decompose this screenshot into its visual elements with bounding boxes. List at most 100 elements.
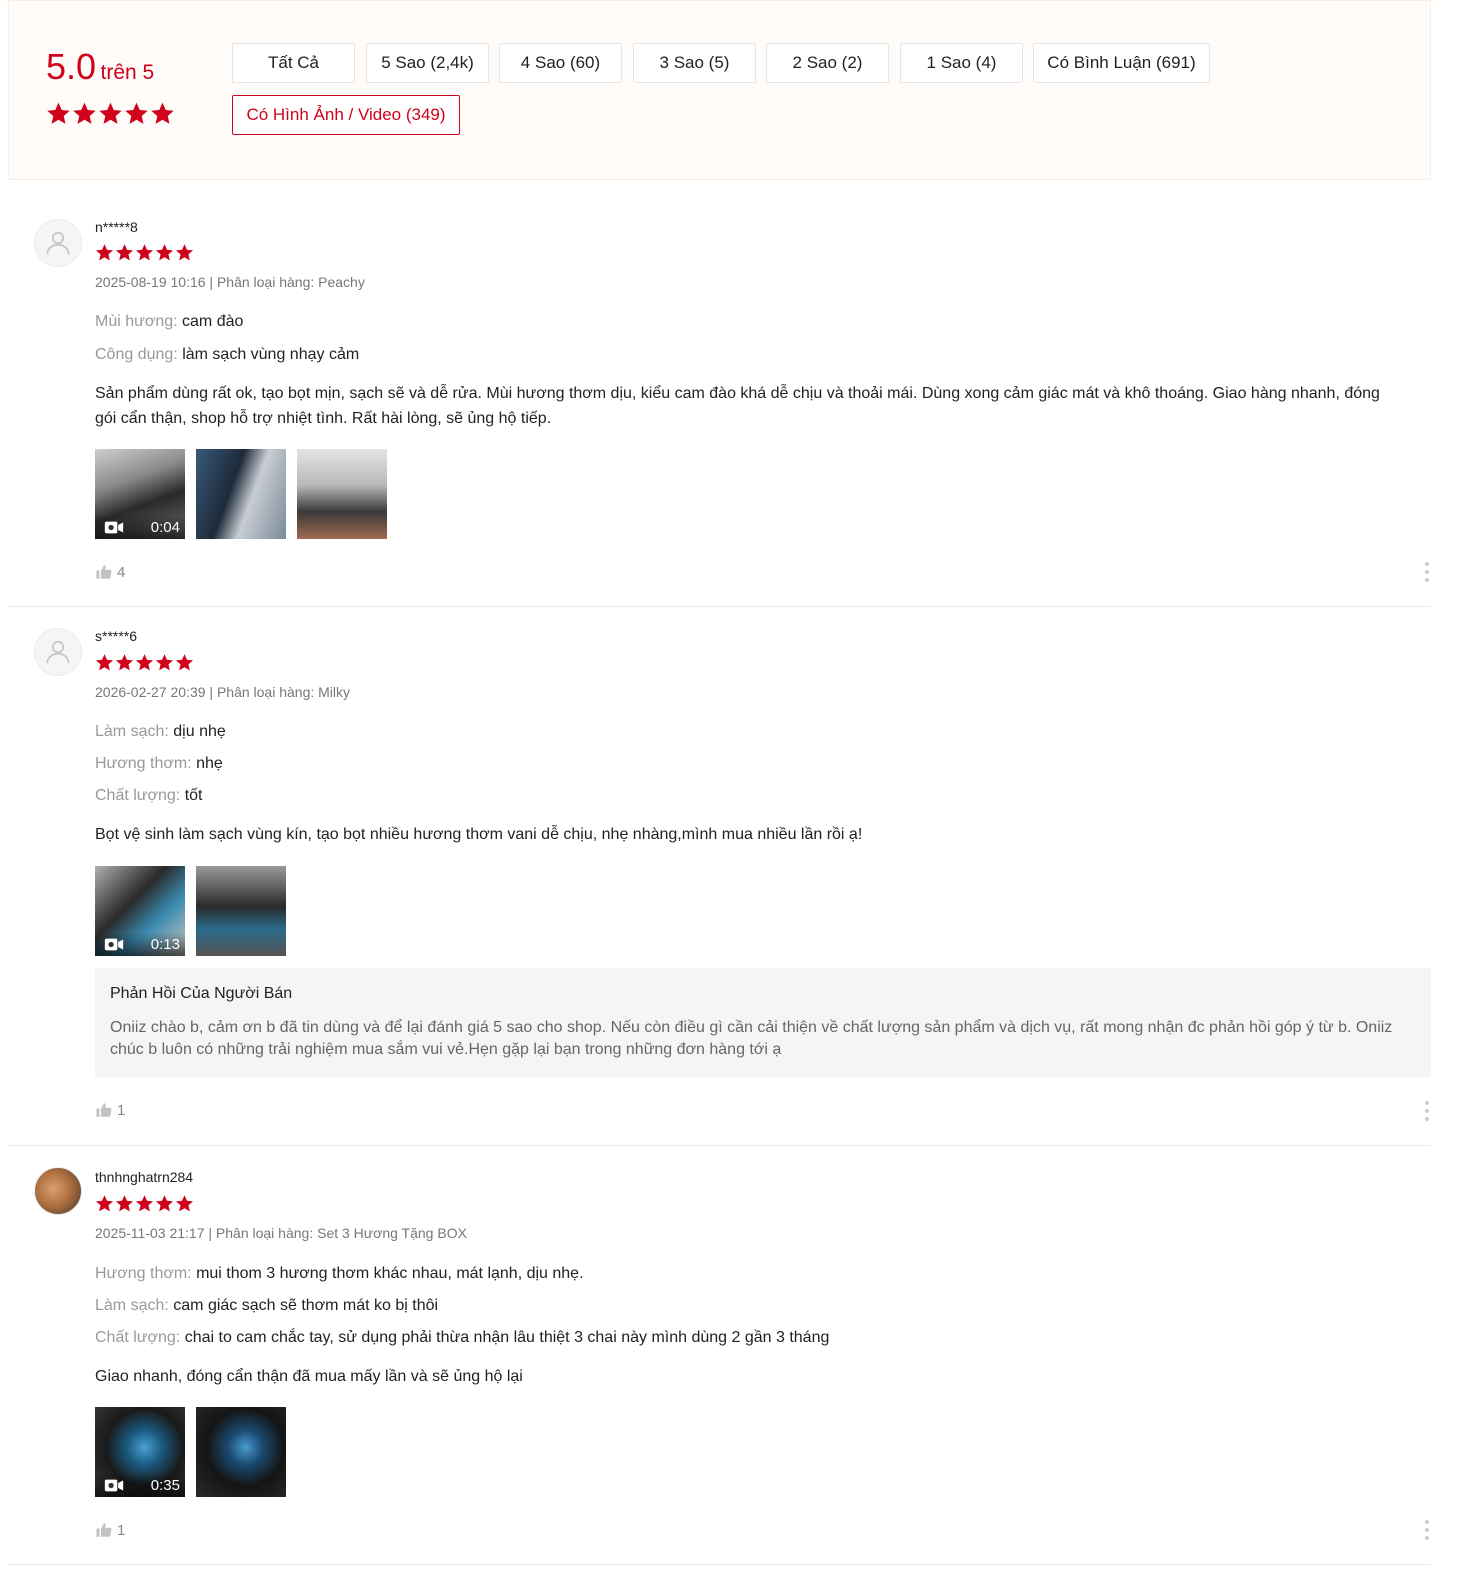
video-camera-icon	[104, 520, 124, 535]
filter-with-media[interactable]: Có Hình Ảnh / Video (349)	[232, 95, 460, 135]
like-count: 1	[117, 1101, 126, 1119]
review-stars	[95, 243, 194, 262]
filter-4-star[interactable]: 4 Sao (60)	[499, 43, 622, 83]
reviewer-name[interactable]: n*****8	[95, 219, 138, 235]
attribute-key: Hương thơm:	[95, 1265, 192, 1282]
filter-5-star[interactable]: 5 Sao (2,4k)	[366, 43, 489, 83]
like-button[interactable]: 4	[95, 563, 125, 581]
video-overlay: 0:13	[95, 932, 185, 956]
video-overlay: 0:35	[95, 1473, 185, 1497]
more-options-button[interactable]	[1422, 562, 1432, 582]
review-divider	[8, 1564, 1431, 1565]
star-icon	[150, 101, 175, 126]
star-icon	[175, 1194, 194, 1213]
attribute-value: nhẹ	[196, 755, 223, 772]
star-icon	[115, 1194, 134, 1213]
attribute-key: Làm sạch:	[95, 1297, 169, 1314]
reviewer-name[interactable]: thnhnghatrn284	[95, 1169, 193, 1185]
review-stars	[95, 1194, 194, 1213]
video-camera-icon	[104, 937, 124, 952]
user-icon	[43, 228, 73, 258]
review-image-thumbnail[interactable]	[196, 866, 286, 956]
like-button[interactable]: 1	[95, 1101, 125, 1119]
review-body: Giao nhanh, đóng cẩn thận đã mua mấy lần…	[95, 1368, 523, 1385]
review-stars	[95, 653, 194, 672]
filter-1-star[interactable]: 1 Sao (4)	[900, 43, 1023, 83]
video-duration: 0:35	[150, 1476, 180, 1494]
review-attribute: Làm sạch: dịu nhẹ	[95, 723, 226, 741]
review-attribute: Hương thơm: nhẹ	[95, 755, 223, 773]
attribute-key: Hương thơm:	[95, 755, 192, 772]
video-camera-icon	[104, 1478, 124, 1493]
attribute-key: Mùi hương:	[95, 313, 178, 330]
like-button[interactable]: 1	[95, 1521, 125, 1539]
filter-2-star[interactable]: 2 Sao (2)	[766, 43, 889, 83]
review-attribute: Chất lượng: tốt	[95, 787, 203, 805]
review-image-thumbnail[interactable]	[196, 449, 286, 539]
star-icon	[95, 653, 114, 672]
avatar[interactable]	[34, 1167, 82, 1215]
star-icon	[95, 243, 114, 262]
attribute-key: Công dụng:	[95, 346, 178, 363]
filter-all[interactable]: Tất Cả	[232, 43, 355, 83]
thumbs-up-icon	[95, 563, 113, 581]
review-meta: 2025-11-03 21:17 | Phân loại hàng: Set 3…	[95, 1225, 467, 1241]
star-icon	[46, 101, 71, 126]
attribute-value: làm sạch vùng nhạy cảm	[182, 346, 360, 363]
review-attribute: Hương thơm: mui thom 3 hương thơm khác n…	[95, 1265, 584, 1283]
review-image-thumbnail[interactable]	[196, 1407, 286, 1497]
review-video-thumbnail[interactable]: 0:04	[95, 449, 185, 539]
overall-score: 5.0 trên 5	[46, 46, 154, 88]
star-icon	[155, 1194, 174, 1213]
review-image-thumbnail[interactable]	[297, 449, 387, 539]
like-count: 4	[117, 563, 126, 581]
attribute-key: Chất lượng:	[95, 787, 181, 804]
seller-reply: Phản Hồi Của Người Bán Oniiz chào b, cảm…	[95, 968, 1431, 1077]
attribute-value: tốt	[184, 787, 203, 804]
video-duration: 0:13	[150, 935, 180, 953]
attribute-key: Làm sạch:	[95, 723, 169, 740]
attribute-value: cam giác sạch sẽ thơm mát ko bị thôi	[173, 1297, 439, 1314]
review-attribute: Chất lượng: chai to cam chắc tay, sử dụn…	[95, 1329, 829, 1347]
star-icon	[135, 653, 154, 672]
star-icon	[72, 101, 97, 126]
score-value: 5.0	[46, 46, 97, 87]
like-count: 1	[117, 1521, 126, 1539]
review-attribute: Công dụng: làm sạch vùng nhạy cảm	[95, 346, 359, 364]
review-meta: 2025-08-19 10:16 | Phân loại hàng: Peach…	[95, 274, 365, 290]
rating-summary	[8, 0, 1431, 180]
review-video-thumbnail[interactable]: 0:35	[95, 1407, 185, 1497]
attribute-value: chai to cam chắc tay, sử dụng phải thừa …	[184, 1329, 830, 1346]
filter-3-star[interactable]: 3 Sao (5)	[633, 43, 756, 83]
overall-stars	[46, 101, 175, 126]
review-attribute: Làm sạch: cam giác sạch sẽ thơm mát ko b…	[95, 1297, 438, 1315]
attribute-value: mui thom 3 hương thơm khác nhau, mát lạn…	[196, 1265, 584, 1282]
attribute-key: Chất lượng:	[95, 1329, 181, 1346]
review-divider	[8, 606, 1431, 607]
more-options-button[interactable]	[1422, 1520, 1432, 1540]
reviewer-name[interactable]: s*****6	[95, 628, 137, 644]
more-options-button[interactable]	[1422, 1101, 1432, 1121]
avatar[interactable]	[34, 219, 82, 267]
attribute-value: cam đào	[182, 313, 244, 330]
video-duration: 0:04	[150, 518, 180, 536]
star-icon	[98, 101, 123, 126]
user-icon	[43, 637, 73, 667]
star-icon	[175, 243, 194, 262]
seller-reply-text: Oniiz chào b, cảm ơn b đã tin dùng và để…	[110, 1019, 1393, 1058]
star-icon	[95, 1194, 114, 1213]
review-body: Bọt vệ sinh làm sạch vùng kín, tạo bọt n…	[95, 826, 863, 843]
review-body: Sản phẩm dùng rất ok, tạo bọt mịn, sạch …	[95, 385, 1380, 427]
thumbs-up-icon	[95, 1101, 113, 1119]
review-divider	[8, 1145, 1431, 1146]
avatar[interactable]	[34, 628, 82, 676]
seller-reply-title: Phản Hồi Của Người Bán	[110, 985, 293, 1002]
filter-with-comments[interactable]: Có Bình Luận (691)	[1033, 43, 1210, 83]
thumbs-up-icon	[95, 1521, 113, 1539]
attribute-value: dịu nhẹ	[173, 723, 226, 740]
star-icon	[135, 243, 154, 262]
star-icon	[115, 243, 134, 262]
star-icon	[155, 243, 174, 262]
star-icon	[135, 1194, 154, 1213]
review-video-thumbnail[interactable]: 0:13	[95, 866, 185, 956]
